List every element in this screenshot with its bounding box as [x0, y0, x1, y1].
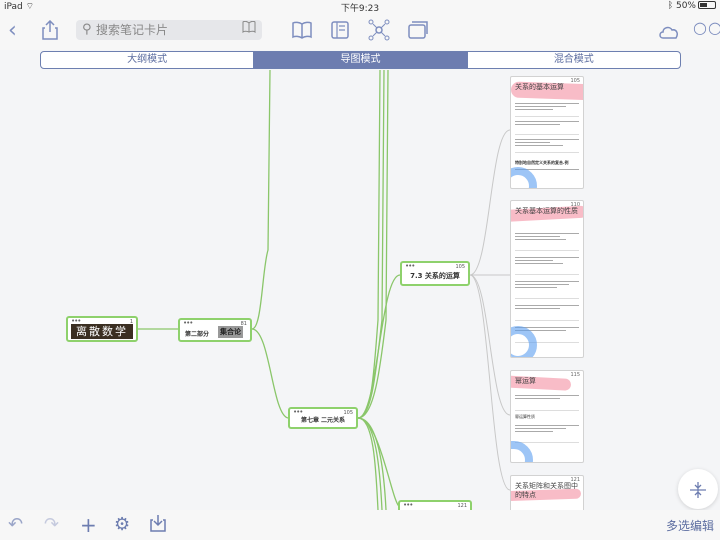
note-card[interactable]: 115 幂运算 幂运算性质	[510, 370, 584, 463]
bluetooth-icon: ᛒ	[667, 1, 674, 11]
connector-lines	[138, 70, 511, 510]
tab-mindmap-mode[interactable]: 导图模式	[254, 52, 468, 68]
redo-icon[interactable]: ↷	[44, 514, 59, 536]
mindmap-node-next[interactable]: ••• 121	[398, 500, 472, 510]
settings-icon[interactable]: ⚙	[114, 514, 130, 536]
cloud-sync-icon[interactable]	[658, 20, 680, 44]
node-label: 第七章 二元关系	[300, 417, 346, 424]
mindmap-icon[interactable]	[368, 19, 390, 46]
focus-button[interactable]	[678, 469, 718, 509]
card-content	[515, 255, 579, 275]
outline-icon[interactable]	[331, 20, 349, 44]
search-input[interactable]: ⚲ 搜索笔记卡片	[76, 20, 262, 40]
card-title: 关系基本运算的性质	[515, 207, 578, 215]
mindmap-node-section73[interactable]: ••• 105 7.3 关系的运算	[400, 261, 470, 286]
chevron-left-icon[interactable]: ‹	[8, 19, 17, 43]
node-handle-icon[interactable]: •••	[183, 319, 193, 327]
card-content	[515, 303, 579, 321]
bottom-toolbar: ↶ ↷ + ⚙ 多选编辑	[0, 510, 720, 540]
node-badge: 105	[455, 264, 465, 270]
node-handle-icon[interactable]: •••	[405, 262, 415, 270]
cards-icon[interactable]	[408, 20, 428, 44]
node-label: 离散数学	[71, 324, 133, 339]
card-content	[515, 423, 579, 443]
export-icon[interactable]	[150, 514, 166, 538]
add-icon[interactable]: +	[80, 514, 97, 536]
mindmap-node-part2[interactable]: ••• 81 第二部分 集合论	[178, 318, 252, 342]
book-icon[interactable]	[242, 20, 256, 40]
card-footer: 幂运算性质	[515, 414, 535, 419]
multi-select-button[interactable]: 多选编辑	[666, 517, 714, 534]
card-content	[515, 101, 579, 117]
tab-mixed-mode[interactable]: 混合模式	[468, 52, 680, 68]
battery-icon	[698, 1, 716, 9]
note-card[interactable]: 110 关系基本运算的性质	[510, 200, 584, 358]
card-content	[515, 231, 579, 251]
node-highlight: 集合论	[218, 326, 243, 338]
node-label: 7.3 关系的运算	[410, 272, 460, 280]
tab-outline-mode[interactable]: 大纲模式	[41, 52, 255, 68]
card-title: 幂运算	[515, 377, 536, 385]
open-book-icon[interactable]	[292, 20, 312, 44]
note-card[interactable]: 121 关系矩阵和关系图中的特点	[510, 475, 584, 510]
share-icon[interactable]	[42, 19, 58, 45]
mindmap-node-chapter7[interactable]: ••• 105 第七章 二元关系	[288, 407, 358, 429]
node-label: 第二部分	[185, 331, 210, 338]
search-icon: ⚲	[82, 22, 92, 37]
card-content	[515, 119, 579, 135]
top-toolbar: ‹ ⚲ 搜索笔记卡片 ○○○	[0, 14, 720, 50]
mode-segmented-control: 大纲模式 导图模式 混合模式	[40, 51, 681, 69]
note-card[interactable]: 105 关系的基本运算 特别地自然定义关系的复合.例	[510, 76, 584, 189]
card-content	[515, 393, 579, 411]
mindmap-canvas[interactable]: ••• 1 离散数学 ••• 81 第二部分 集合论 ••• 105 第七章 二…	[0, 70, 720, 510]
clock: 下午9:23	[340, 4, 380, 14]
focus-icon	[689, 479, 707, 498]
status-bar: iPad ⌔ 下午9:23 ᛒ 50%	[0, 0, 720, 14]
card-content	[515, 279, 579, 299]
node-handle-icon[interactable]: •••	[403, 501, 413, 509]
battery-indicator: ᛒ 50%	[668, 1, 716, 11]
card-title: 关系矩阵和关系图中的特点	[515, 482, 578, 499]
mindmap-node-root[interactable]: ••• 1 离散数学	[66, 316, 138, 342]
search-placeholder: 搜索笔记卡片	[96, 23, 169, 37]
blue-highlight	[511, 441, 533, 462]
card-title: 关系的基本运算	[515, 83, 564, 91]
more-icon[interactable]: ○○○	[693, 16, 720, 40]
blue-highlight	[511, 167, 537, 188]
card-footer: 特别地自然定义关系的复合.例	[515, 160, 569, 165]
undo-icon[interactable]: ↶	[8, 514, 23, 536]
card-content	[515, 137, 579, 153]
node-badge: 121	[457, 503, 467, 509]
